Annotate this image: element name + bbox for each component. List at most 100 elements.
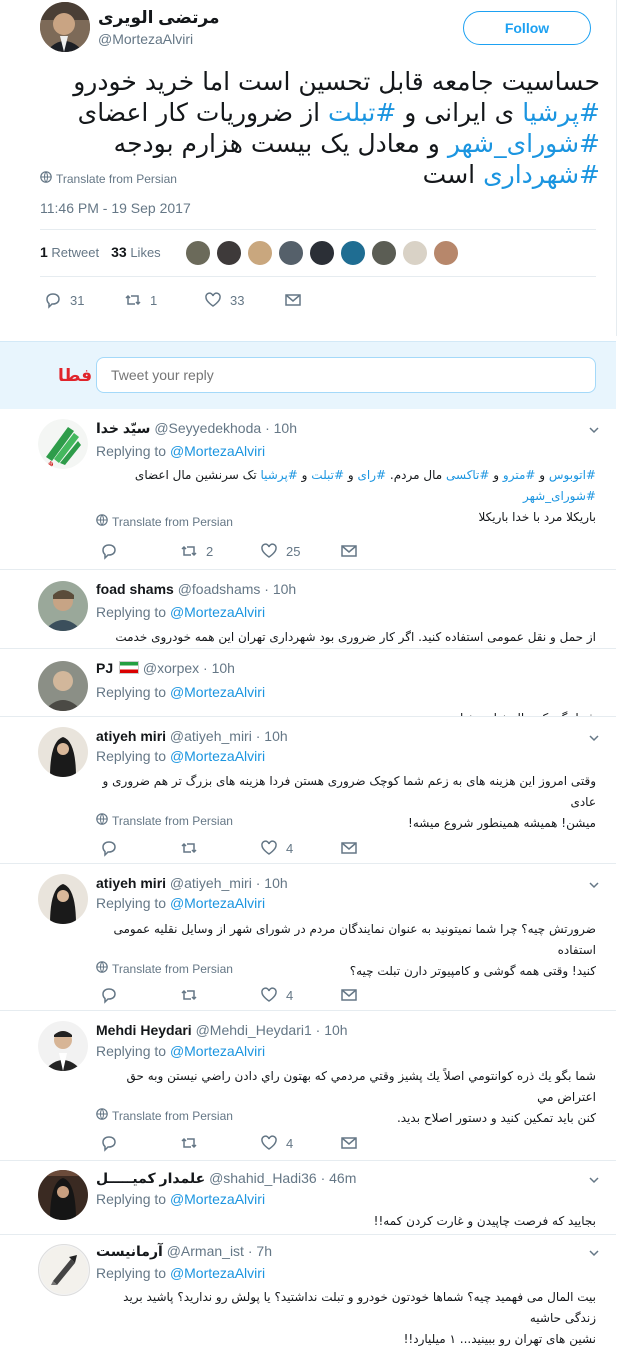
hashtag-link[interactable]: #پرشیا — [522, 98, 600, 127]
reply-tweet[interactable]: PJ @xorpex · 10h Replying to @MortezaAlv… — [0, 649, 616, 717]
reply-tweet[interactable]: atiyeh miri @atiyeh_miri · 10h Replying … — [0, 717, 616, 864]
author-display-name[interactable]: مرتضی الویری — [98, 8, 220, 28]
chevron-down-icon[interactable] — [588, 1174, 600, 1186]
liker-avatar[interactable] — [216, 240, 242, 266]
reply-tweet[interactable]: آرمانیست @Arman_ist · 7h Replying to @Mo… — [0, 1235, 616, 1346]
chevron-down-icon[interactable] — [588, 1247, 600, 1259]
translate-link[interactable]: Translate from Persian — [40, 171, 177, 186]
reply-action[interactable] — [100, 542, 180, 560]
retweet-action[interactable]: 1 — [124, 291, 204, 309]
reply-time[interactable]: 10h — [273, 581, 296, 597]
message-action[interactable] — [340, 986, 420, 1004]
hashtag-link[interactable]: #رای — [358, 468, 387, 482]
reply-author-handle[interactable]: @Seyyedekhoda — [154, 420, 261, 436]
message-action[interactable] — [340, 1134, 420, 1152]
author-avatar[interactable] — [40, 2, 90, 52]
hashtag-link[interactable]: #تبلت — [328, 98, 396, 127]
reply-author-name[interactable]: آرمانیست — [96, 1243, 163, 1259]
likes-stat[interactable]: 33 Likes — [111, 244, 161, 260]
reply-time[interactable]: 10h — [212, 660, 235, 676]
hashtag-link[interactable]: #شهرداری — [483, 160, 600, 189]
replying-handle-link[interactable]: @MortezaAlviri — [170, 604, 265, 620]
like-action[interactable]: 4 — [260, 986, 340, 1004]
reply-action[interactable]: 31 — [44, 291, 124, 309]
retweet-action[interactable] — [180, 1134, 260, 1152]
reply-avatar[interactable] — [38, 1021, 88, 1071]
reply-avatar[interactable] — [38, 1244, 90, 1296]
reply-author-handle[interactable]: @foadshams — [178, 581, 261, 597]
reply-avatar[interactable] — [38, 581, 88, 631]
replying-handle-link[interactable]: @MortezaAlviri — [170, 443, 265, 459]
replying-handle-link[interactable]: @MortezaAlviri — [170, 748, 265, 764]
translate-link[interactable]: Translate from Persian — [96, 1108, 233, 1123]
reply-author-name[interactable]: سیّد خدا — [96, 420, 150, 436]
replying-handle-link[interactable]: @MortezaAlviri — [170, 1265, 265, 1281]
liker-avatar[interactable] — [278, 240, 304, 266]
reply-author-handle[interactable]: @atiyeh_miri — [170, 728, 252, 744]
retweet-action[interactable]: 2 — [180, 542, 260, 560]
retweet-action[interactable] — [180, 839, 260, 857]
reply-time[interactable]: 7h — [256, 1243, 272, 1259]
reply-author-name[interactable]: Mehdi Heydari — [96, 1022, 192, 1038]
reply-tweet[interactable]: علمدار کمیـــــل @shahid_Hadi36 · 46m Re… — [0, 1161, 616, 1235]
hashtag-link[interactable]: #تاکسی — [446, 468, 489, 482]
hashtag-link[interactable]: #اتوبوس — [549, 468, 596, 482]
retweet-action[interactable] — [180, 986, 260, 1004]
chevron-down-icon[interactable] — [588, 732, 600, 744]
reply-time[interactable]: 46m — [329, 1170, 356, 1186]
reply-action[interactable] — [100, 986, 180, 1004]
chevron-down-icon[interactable] — [588, 879, 600, 891]
reply-action[interactable] — [100, 839, 180, 857]
reply-author-name[interactable]: علمدار کمیـــــل — [96, 1170, 205, 1186]
reply-avatar[interactable] — [38, 661, 88, 711]
message-action[interactable] — [284, 291, 302, 309]
reply-author-handle[interactable]: @xorpex — [143, 660, 199, 676]
reply-time[interactable]: 10h — [264, 728, 287, 744]
hashtag-link[interactable]: #پرشیا — [261, 468, 298, 482]
hashtag-link[interactable]: #مترو — [503, 468, 536, 482]
message-action[interactable] — [340, 839, 420, 857]
reply-author-handle[interactable]: @shahid_Hadi36 — [209, 1170, 317, 1186]
reply-author-handle[interactable]: @atiyeh_miri — [170, 875, 252, 891]
retweet-stat[interactable]: 1 Retweet — [40, 244, 99, 260]
author-handle[interactable]: @MortezaAlviri — [98, 31, 193, 47]
reply-avatar[interactable]: ☬ — [38, 419, 88, 469]
liker-avatar[interactable] — [185, 240, 211, 266]
reply-author-name[interactable]: atiyeh miri — [96, 728, 166, 744]
reply-time[interactable]: 10h — [274, 420, 297, 436]
translate-link[interactable]: Translate from Persian — [96, 813, 233, 828]
reply-author-handle[interactable]: @Arman_ist — [167, 1243, 244, 1259]
reply-tweet[interactable]: atiyeh miri @atiyeh_miri · 10h Replying … — [0, 864, 616, 1011]
hashtag-link[interactable]: #شورای_شهر — [523, 489, 596, 503]
liker-avatar[interactable] — [309, 240, 335, 266]
chevron-down-icon[interactable] — [588, 424, 600, 436]
like-action[interactable]: 4 — [260, 1134, 340, 1152]
tweet-timestamp[interactable]: 11:46 PM - 19 Sep 2017 — [40, 200, 191, 216]
liker-avatar[interactable] — [402, 240, 428, 266]
reply-author-name[interactable]: foad shams — [96, 581, 174, 597]
message-action[interactable] — [340, 542, 420, 560]
reply-tweet[interactable]: ☬ سیّد خدا @Seyyedekhoda · 10h Replying … — [0, 409, 616, 570]
replying-handle-link[interactable]: @MortezaAlviri — [170, 1043, 265, 1059]
like-action[interactable]: 4 — [260, 839, 340, 857]
reply-author-name[interactable]: atiyeh miri — [96, 875, 166, 891]
reply-input[interactable] — [96, 357, 596, 393]
liker-avatar[interactable] — [433, 240, 459, 266]
replying-handle-link[interactable]: @MortezaAlviri — [170, 684, 265, 700]
reply-action[interactable] — [100, 1134, 180, 1152]
replying-handle-link[interactable]: @MortezaAlviri — [170, 895, 265, 911]
like-action[interactable]: 25 — [260, 542, 340, 560]
hashtag-link[interactable]: #شورای_شهر — [448, 129, 600, 158]
replying-handle-link[interactable]: @MortezaAlviri — [170, 1191, 265, 1207]
follow-button[interactable]: Follow — [463, 11, 591, 45]
liker-avatar[interactable] — [371, 240, 397, 266]
liker-avatar[interactable] — [340, 240, 366, 266]
translate-link[interactable]: Translate from Persian — [96, 961, 233, 976]
reply-tweet[interactable]: Mehdi Heydari @Mehdi_Heydari1 · 10h Repl… — [0, 1011, 616, 1161]
hashtag-link[interactable]: #تبلت — [311, 468, 344, 482]
reply-avatar[interactable] — [38, 1170, 88, 1220]
reply-time[interactable]: 10h — [264, 875, 287, 891]
reply-author-name[interactable]: PJ — [96, 660, 113, 676]
reply-avatar[interactable] — [38, 727, 88, 777]
reply-time[interactable]: 10h — [324, 1022, 347, 1038]
